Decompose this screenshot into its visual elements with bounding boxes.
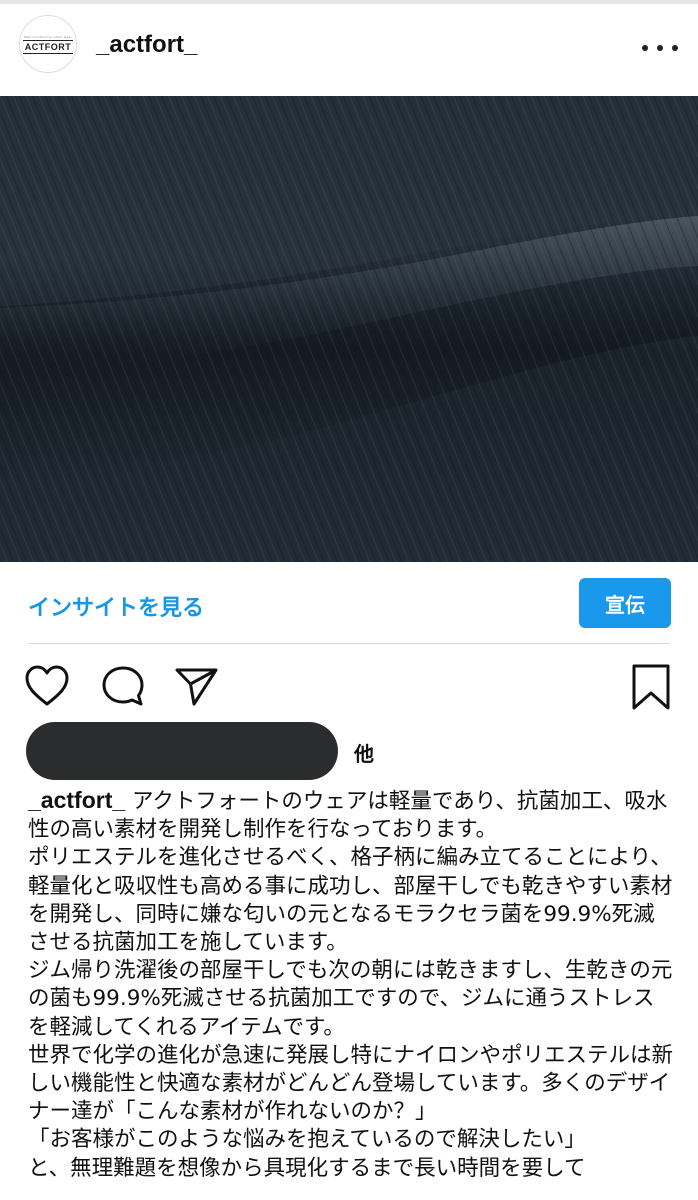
caption-paragraph: ジム帰り洗濯後の部屋干しでも次の朝には乾きますし、生乾きの元の菌も99.9%死滅… (28, 958, 673, 1040)
post-header: Well-functioning urban wear ACTFORT _act… (0, 4, 698, 96)
caption-username[interactable]: _actfort_ (28, 787, 125, 813)
heart-icon[interactable] (24, 664, 70, 708)
post-caption: _actfort_ アクトフォートのウェアは軽量であり、抗菌加工、吸水性の高い素… (28, 786, 673, 1183)
likes-others-label[interactable]: 他 (354, 738, 374, 767)
promote-button[interactable]: 宣伝 (579, 578, 671, 628)
action-bar (0, 660, 698, 720)
caption-paragraph: 世界で化学の進化が急速に発展し特にナイロンやポリエステルは新しい機能性と快適な素… (28, 1042, 674, 1125)
caption-paragraph: と、無理難題を想像から具現化するまで長い時間を要して (28, 1155, 586, 1181)
caption-paragraph: 「お客様がこのような悩みを抱えているので解決したい」 (28, 1127, 586, 1153)
more-dot (642, 45, 648, 51)
more-dot (672, 45, 678, 51)
likes-row: 他 (0, 722, 698, 782)
more-dot (657, 45, 663, 51)
post-username[interactable]: _actfort_ (96, 31, 197, 59)
caption-paragraph: _actfort_ アクトフォートのウェアは軽量であり、抗菌加工、吸水性の高い素… (28, 786, 673, 844)
bookmark-icon[interactable] (630, 662, 672, 712)
comment-icon[interactable] (100, 664, 146, 708)
paper-plane-icon[interactable] (174, 664, 220, 708)
post-image[interactable] (0, 96, 698, 562)
liked-by-redacted[interactable] (26, 722, 338, 780)
fabric-photo (0, 96, 698, 562)
view-insights-link[interactable]: インサイトを見る (28, 590, 204, 622)
caption-paragraph: ポリエステルを進化させるべく、格子柄に編み立てることにより、軽量化と吸収性も高め… (28, 845, 673, 956)
insights-bar: インサイトを見る 宣伝 (0, 562, 698, 644)
more-icon[interactable] (642, 38, 678, 58)
divider (28, 643, 670, 644)
avatar[interactable]: Well-functioning urban wear ACTFORT (19, 15, 77, 73)
avatar-tagline: Well-functioning urban wear (24, 34, 72, 39)
avatar-brand: ACTFORT (22, 39, 74, 54)
